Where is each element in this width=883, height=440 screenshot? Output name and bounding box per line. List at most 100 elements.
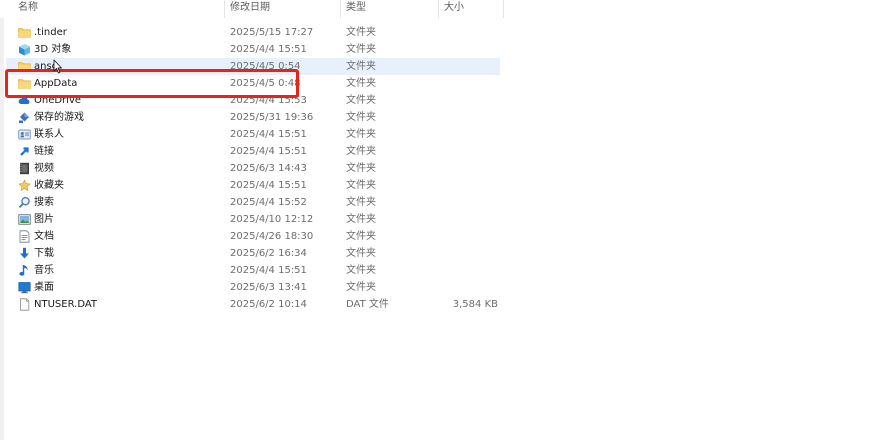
file-name: 桌面: [34, 282, 54, 293]
file-size: [440, 126, 498, 143]
file-size: [440, 92, 498, 109]
column-divider[interactable]: [503, 0, 504, 18]
file-type: 文件夹: [346, 265, 376, 276]
file-size: [440, 245, 498, 262]
file-date: 2025/4/4 15:51: [230, 44, 307, 55]
file-name: OneDrive: [34, 95, 82, 106]
column-divider[interactable]: [224, 0, 225, 18]
file-row[interactable]: 保存的游戏 2025/5/31 19:36 文件夹: [0, 109, 883, 126]
file-icon: [18, 298, 31, 311]
favorites-icon: [18, 179, 31, 192]
file-date: 2025/4/4 15:51: [230, 146, 307, 157]
file-row[interactable]: 3D 对象 2025/4/4 15:51 文件夹: [0, 41, 883, 58]
pictures-icon: [18, 213, 31, 226]
file-row[interactable]: 音乐 2025/4/4 15:51 文件夹: [0, 262, 883, 279]
file-type: 文件夹: [346, 112, 376, 123]
saved-games-icon: [18, 111, 31, 124]
videos-icon: [18, 162, 31, 175]
file-date: 2025/5/31 19:36: [230, 112, 314, 123]
file-name: 文档: [34, 231, 54, 242]
file-name: 音乐: [34, 265, 54, 276]
folder-icon: [18, 77, 31, 90]
file-row[interactable]: ansc 2025/4/5 0:54 文件夹: [0, 58, 883, 75]
file-row[interactable]: 下载 2025/6/2 16:34 文件夹: [0, 245, 883, 262]
file-row[interactable]: 收藏夹 2025/4/4 15:51 文件夹: [0, 177, 883, 194]
file-date: 2025/6/2 16:34: [230, 248, 307, 259]
3d-objects-icon: [18, 43, 31, 56]
file-name: .tinder: [34, 27, 67, 38]
mouse-cursor-icon: [53, 59, 62, 74]
file-size: [440, 194, 498, 211]
file-type: 文件夹: [346, 44, 376, 55]
music-icon: [18, 264, 31, 277]
file-name: 收藏夹: [34, 180, 64, 191]
file-size: [440, 262, 498, 279]
file-row[interactable]: 文档 2025/4/26 18:30 文件夹: [0, 228, 883, 245]
file-date: 2025/4/5 0:48: [230, 78, 301, 89]
file-row[interactable]: 桌面 2025/6/3 13:41 文件夹: [0, 279, 883, 296]
column-header: 名称 修改日期 类型 大小: [0, 0, 883, 18]
file-row[interactable]: AppData 2025/4/5 0:48 文件夹: [0, 75, 883, 92]
file-name: 保存的游戏: [34, 112, 84, 123]
file-row[interactable]: 图片 2025/4/10 12:12 文件夹: [0, 211, 883, 228]
file-name: 3D 对象: [34, 44, 72, 55]
file-name: 链接: [34, 146, 54, 157]
file-date: 2025/4/10 12:12: [230, 214, 314, 225]
file-type: 文件夹: [346, 180, 376, 191]
file-type: DAT 文件: [346, 299, 389, 310]
file-size: [440, 75, 498, 92]
desktop-icon: [18, 281, 31, 294]
file-row[interactable]: .tinder 2025/5/15 17:27 文件夹: [0, 24, 883, 41]
file-row[interactable]: OneDrive 2025/4/4 15:53 文件夹: [0, 92, 883, 109]
documents-icon: [18, 230, 31, 243]
file-row[interactable]: NTUSER.DAT 2025/6/2 10:14 DAT 文件 3,584 KB: [0, 296, 883, 313]
file-type: 文件夹: [346, 231, 376, 242]
file-type: 文件夹: [346, 282, 376, 293]
file-date: 2025/4/4 15:51: [230, 180, 307, 191]
file-type: 文件夹: [346, 248, 376, 259]
file-size: 3,584 KB: [452, 299, 498, 310]
column-header-size[interactable]: 大小: [444, 0, 500, 18]
folder-icon: [18, 26, 31, 39]
links-icon: [18, 145, 31, 158]
file-size: [440, 279, 498, 296]
file-name: 视频: [34, 163, 54, 174]
file-date: 2025/6/3 14:43: [230, 163, 307, 174]
file-type: 文件夹: [346, 27, 376, 38]
contacts-icon: [18, 128, 31, 141]
file-name: 下载: [34, 248, 54, 259]
file-date: 2025/4/5 0:54: [230, 61, 301, 72]
file-date: 2025/4/4 15:53: [230, 95, 307, 106]
file-row[interactable]: 搜索 2025/4/4 15:52 文件夹: [0, 194, 883, 211]
file-row[interactable]: 链接 2025/4/4 15:51 文件夹: [0, 143, 883, 160]
file-row[interactable]: 联系人 2025/4/4 15:51 文件夹: [0, 126, 883, 143]
search-icon: [18, 196, 31, 209]
column-header-name[interactable]: 名称: [18, 0, 218, 18]
folder-icon: [18, 60, 31, 73]
file-size: [440, 143, 498, 160]
file-name: NTUSER.DAT: [34, 299, 98, 310]
file-type: 文件夹: [346, 129, 376, 140]
column-header-date[interactable]: 修改日期: [230, 0, 340, 18]
file-row[interactable]: 视频 2025/6/3 14:43 文件夹: [0, 160, 883, 177]
file-date: 2025/4/4 15:51: [230, 129, 307, 140]
file-date: 2025/6/3 13:41: [230, 282, 307, 293]
file-date: 2025/4/4 15:51: [230, 265, 307, 276]
file-date: 2025/6/2 10:14: [230, 299, 307, 310]
file-name: 图片: [34, 214, 54, 225]
file-date: 2025/4/26 18:30: [230, 231, 314, 242]
file-name: AppData: [34, 78, 78, 89]
column-divider[interactable]: [438, 0, 439, 18]
file-type: 文件夹: [346, 95, 376, 106]
file-type: 文件夹: [346, 146, 376, 157]
file-size: [440, 109, 498, 126]
file-list: .tinder 2025/5/15 17:27 文件夹 3D 对象 2025/4/4 1…: [0, 24, 883, 313]
file-date: 2025/5/15 17:27: [230, 27, 314, 38]
column-divider[interactable]: [340, 0, 341, 18]
file-type: 文件夹: [346, 163, 376, 174]
downloads-icon: [18, 247, 31, 260]
file-size: [440, 41, 498, 58]
file-explorer-pane: 名称 修改日期 类型 大小 .tinder 2025/5/15 17:27 文件夹 3…: [0, 0, 883, 440]
column-header-type[interactable]: 类型: [346, 0, 436, 18]
file-name: 搜索: [34, 197, 54, 208]
